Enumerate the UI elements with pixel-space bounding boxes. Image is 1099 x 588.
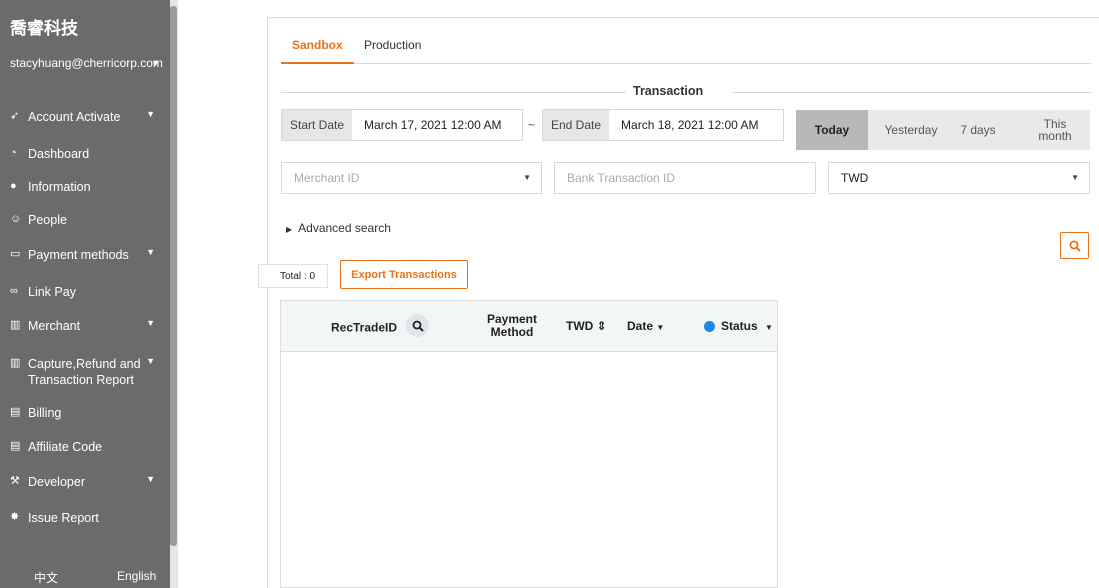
sidebar-item-affiliate-code[interactable]: ▤ Affiliate Code (0, 439, 170, 455)
bank-transaction-id-input[interactable]: Bank Transaction ID (554, 162, 816, 194)
bank-transaction-id-placeholder: Bank Transaction ID (567, 171, 676, 185)
caret-down-icon: ▼ (765, 323, 773, 332)
sidebar-item-label: Issue Report (28, 511, 99, 525)
caret-down-icon: ▼ (146, 318, 155, 328)
currency-select[interactable]: TWD ▼ (828, 162, 1090, 194)
column-rectradeid: RecTradeID (331, 314, 430, 337)
date-range-separator: ~ (528, 118, 536, 132)
triangle-right-icon: ▶ (286, 225, 293, 234)
quick-this-month-button[interactable]: This month (1032, 110, 1078, 150)
sidebar-item-billing[interactable]: ▤ Billing (0, 405, 170, 421)
sidebar-item-label: Dashboard (28, 147, 90, 161)
document-icon: ▤ (10, 440, 21, 452)
bug-icon: ✸ (10, 511, 20, 523)
link-icon: ∞ (10, 285, 18, 297)
table-header: RecTradeID Payment Method TWD ⇕ Date ▼ S… (281, 301, 777, 352)
column-date-label: Date (627, 319, 654, 333)
card-icon: ▭ (10, 248, 21, 260)
caret-down-icon: ▼ (146, 109, 155, 119)
total-count-badge: Total : 0 (258, 264, 328, 288)
sidebar-item-link-pay[interactable]: ∞ Link Pay (0, 284, 170, 300)
column-payment-method: Payment Method (486, 312, 538, 339)
search-button[interactable] (1060, 232, 1089, 259)
end-date-label: End Date (543, 110, 610, 140)
start-date-value: March 17, 2021 12:00 AM (364, 118, 502, 132)
sidebar-item-label: Affiliate Code (28, 440, 103, 454)
account-menu[interactable]: stacyhuang@cherricorp.com ▼ (10, 56, 163, 71)
environment-tabs: Sandbox Production (281, 38, 1091, 64)
sidebar-item-label: Account Activate (28, 110, 121, 124)
section-divider-right (733, 92, 1091, 93)
caret-down-icon: ▼ (151, 58, 160, 68)
sidebar-item-label: Developer (28, 475, 85, 489)
currency-value: TWD (841, 171, 869, 185)
people-icon: ☺ (10, 213, 22, 225)
column-twd[interactable]: TWD ⇕ (566, 320, 607, 333)
transactions-table: RecTradeID Payment Method TWD ⇕ Date ▼ S… (280, 300, 778, 588)
rocket-icon: ➶ (10, 110, 20, 122)
end-date-picker[interactable]: End Date March 18, 2021 12:00 AM (542, 109, 784, 141)
search-icon[interactable] (406, 314, 430, 337)
brand-name: 喬睿科技 (10, 19, 78, 39)
sidebar-item-account-activate[interactable]: ➶ Account Activate ▼ (0, 109, 170, 125)
sidebar-item-label: Payment methods (28, 248, 129, 262)
caret-down-icon: ▼ (146, 356, 155, 366)
sidebar-item-label: Billing (28, 406, 62, 420)
language-zh-link[interactable]: 中文 (34, 569, 58, 586)
export-transactions-button[interactable]: Export Transactions (340, 260, 468, 289)
section-title: Transaction (633, 84, 704, 98)
tab-production[interactable]: Production (364, 38, 421, 64)
building-icon: ▥ (10, 357, 21, 369)
quick-yesterday-button[interactable]: Yesterday (876, 110, 946, 150)
sidebar-item-label: People (28, 213, 67, 227)
building-icon: ▥ (10, 319, 21, 331)
caret-down-icon: ▼ (523, 173, 531, 182)
wrench-icon: ⚒ (10, 475, 20, 487)
end-date-value: March 18, 2021 12:00 AM (621, 118, 759, 132)
column-status[interactable]: Status ▼ (704, 320, 773, 334)
sidebar-item-dashboard[interactable]: ◔ Dashboard (0, 146, 170, 162)
caret-down-icon: ▼ (656, 323, 665, 332)
start-date-picker[interactable]: Start Date March 17, 2021 12:00 AM (281, 109, 523, 141)
sidebar-scrollbar-thumb[interactable] (170, 6, 177, 546)
language-en-link[interactable]: English (117, 569, 156, 583)
sidebar-item-information[interactable]: ● Information (0, 179, 170, 195)
sidebar-item-label: Information (28, 180, 91, 194)
column-status-label: Status (721, 319, 758, 333)
sidebar-item-label: Capture,Refund and Transaction Report (28, 357, 141, 387)
tab-sandbox[interactable]: Sandbox (281, 38, 354, 64)
section-divider-left (281, 92, 626, 93)
quick-range-group: Today Yesterday 7 days This month (796, 110, 1090, 150)
sidebar-item-people[interactable]: ☺ People (0, 212, 170, 228)
sidebar-item-label: Merchant (28, 319, 81, 333)
caret-down-icon: ▼ (1071, 173, 1079, 182)
dashboard-icon: ◔ (10, 147, 17, 159)
column-rectradeid-label: RecTradeID (331, 320, 398, 335)
sidebar-item-label: Link Pay (28, 285, 76, 299)
advanced-search-label: Advanced search (298, 221, 391, 235)
status-dot-icon (704, 321, 715, 333)
account-email: stacyhuang@cherricorp.com (10, 56, 163, 70)
merchant-id-select[interactable]: Merchant ID ▼ (281, 162, 542, 194)
quick-today-button[interactable]: Today (796, 110, 868, 150)
sidebar-item-merchant[interactable]: ▥ Merchant ▼ (0, 318, 170, 334)
column-date[interactable]: Date ▼ (627, 320, 664, 334)
document-icon: ▤ (10, 406, 21, 418)
caret-down-icon: ▼ (146, 474, 155, 484)
advanced-search-toggle[interactable]: ▶ Advanced search (286, 221, 391, 235)
sidebar-item-capture-refund[interactable]: ▥ Capture,Refund and Transaction Report … (0, 356, 170, 388)
sidebar-item-developer[interactable]: ⚒ Developer ▼ (0, 474, 170, 490)
start-date-label: Start Date (282, 110, 353, 140)
merchant-id-placeholder: Merchant ID (294, 171, 360, 185)
sidebar: 喬睿科技 stacyhuang@cherricorp.com ▼ ➶ Accou… (0, 0, 170, 588)
sidebar-item-issue-report[interactable]: ✸ Issue Report (0, 510, 170, 526)
caret-down-icon: ▼ (146, 247, 155, 257)
sidebar-item-payment-methods[interactable]: ▭ Payment methods ▼ (0, 247, 170, 263)
quick-7days-button[interactable]: 7 days (950, 110, 1006, 150)
info-icon: ● (10, 180, 17, 192)
search-icon (1069, 240, 1081, 252)
